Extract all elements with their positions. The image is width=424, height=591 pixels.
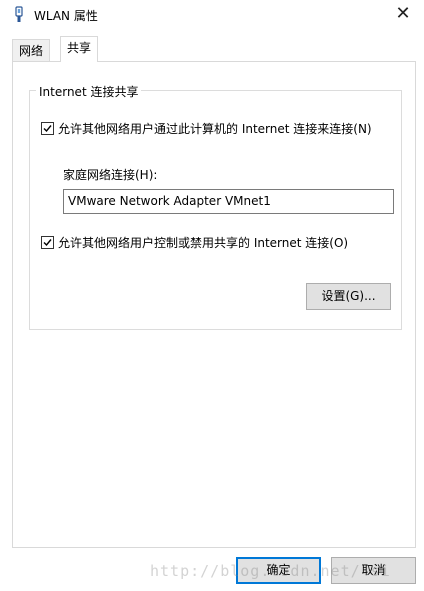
tab-bar: 网络 共享 [0, 36, 424, 62]
allow-control-label[interactable]: 允许其他网络用户控制或禁用共享的 Internet 连接(O) [58, 234, 348, 251]
home-network-field[interactable]: VMware Network Adapter VMnet1 [63, 189, 394, 214]
checkmark-icon [43, 239, 52, 247]
title-bar: WLAN 属性 ✕ [0, 0, 424, 30]
tab-panel-sharing: Internet 连接共享 允许其他网络用户通过此计算机的 Internet 连… [12, 61, 416, 548]
settings-button[interactable]: 设置(G)... [306, 283, 391, 310]
home-network-label: 家庭网络连接(H): [63, 168, 158, 182]
window-title: WLAN 属性 [34, 9, 98, 23]
checkmark-icon [43, 125, 52, 133]
internet-sharing-group: Internet 连接共享 允许其他网络用户通过此计算机的 Internet 连… [29, 83, 402, 330]
watermark: http://blog.csdn.net/ si [150, 562, 391, 580]
allow-connect-label[interactable]: 允许其他网络用户通过此计算机的 Internet 连接来连接(N) [58, 120, 372, 137]
close-icon[interactable]: ✕ [390, 2, 416, 26]
allow-connect-checkbox[interactable] [41, 122, 54, 135]
tab-network[interactable]: 网络 [12, 39, 51, 62]
tab-sharing[interactable]: 共享 [60, 36, 99, 62]
wlan-adapter-icon [14, 6, 24, 24]
group-title: Internet 连接共享 [36, 83, 142, 100]
allow-control-checkbox[interactable] [41, 236, 54, 249]
